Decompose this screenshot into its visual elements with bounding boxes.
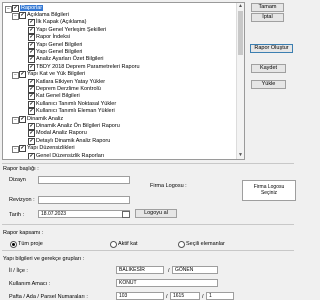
tree-item-checkbox[interactable]: ✓ (19, 71, 26, 79)
scope-active-floor-radio[interactable] (110, 241, 117, 248)
designer-input[interactable] (38, 176, 130, 184)
scope-label: Rapor kapsamı : (3, 230, 44, 236)
parsel-input[interactable]: 1 (206, 292, 234, 300)
logo-box-text-2: Seçiniz (260, 190, 278, 196)
divider (2, 224, 294, 225)
tree-item-checkbox[interactable]: ✓ (28, 152, 35, 159)
tree-item-label[interactable]: Yapı Genel Bilgileri (36, 49, 82, 55)
date-input[interactable]: 18.07.2023 (38, 210, 130, 218)
tree-item-checkbox[interactable]: ✓ (28, 100, 35, 108)
tree-item-label[interactable]: Deprem Derzlime Kontrolü (36, 86, 101, 92)
tree-item-checkbox[interactable]: ✓ (28, 26, 35, 34)
header-section-label: Rapor başlığı : (3, 166, 39, 172)
logo-box[interactable]: Firma Logosu Seçiniz (242, 180, 296, 201)
collapse-icon[interactable]: − (12, 13, 19, 20)
scope-all-label: Tüm proje (18, 241, 43, 247)
tree-item-label[interactable]: Modal Analiz Raporu (36, 130, 87, 136)
tree-item-checkbox[interactable]: ✓ (28, 56, 35, 64)
tree-item-label[interactable]: Analiz Ayarları Özet Bilgileri (36, 56, 103, 62)
designer-label: Dizayn (9, 177, 26, 183)
cancel-button[interactable]: İptal (251, 13, 284, 22)
scope-selected-label: Seçili elemanlar (186, 241, 225, 247)
province-input[interactable]: BALIKESİR (116, 266, 164, 274)
tree-item-checkbox[interactable]: ✓ (28, 78, 35, 86)
revision-label: Revizyon : (9, 197, 35, 203)
parsel-value: 1 (209, 293, 212, 299)
tree-item-checkbox[interactable]: ✓ (28, 108, 35, 116)
district-input[interactable]: GÖNEN (172, 266, 218, 274)
revision-input[interactable] (38, 196, 130, 204)
tree-item-label[interactable]: Yapı Düzensizlikleri (27, 145, 75, 151)
divider (2, 163, 294, 164)
tree-item-checkbox[interactable]: ✓ (28, 130, 35, 138)
usage-value: KONUT (119, 280, 137, 286)
scroll-down-icon[interactable]: ▼ (237, 152, 244, 159)
scroll-up-icon[interactable]: ▲ (237, 3, 244, 10)
ok-button[interactable]: Tamam (251, 3, 284, 12)
get-logo-button[interactable]: Logoyu al (135, 209, 177, 218)
collapse-icon[interactable]: − (12, 72, 19, 80)
tree-item-checkbox[interactable]: ✓ (28, 34, 35, 42)
scope-selected-radio[interactable] (178, 241, 185, 248)
load-button[interactable]: Yükle (251, 80, 286, 89)
province-label: İl / İlçe : (9, 268, 28, 274)
tree-item-label[interactable]: Dinamik Analiz (27, 116, 63, 122)
tree-item-label[interactable]: Detaylı Dinamik Analiz Raporu (36, 138, 110, 144)
ada-input[interactable]: 1615 (170, 292, 200, 300)
usage-label: Kullanım Amacı : (9, 281, 51, 287)
slash-separator: / (202, 294, 204, 300)
date-label: Tarih : (9, 212, 24, 218)
save-button[interactable]: Kaydet (251, 64, 286, 73)
tree-item-label[interactable]: Genel Düzensizlik Raporları (36, 153, 104, 159)
scope-all-radio[interactable] (10, 241, 17, 248)
slash-separator: / (168, 268, 170, 274)
tree-item-checkbox[interactable]: ✓ (19, 145, 26, 153)
pafta-input[interactable]: 103 (116, 292, 164, 300)
province-value: BALIKESİR (119, 267, 145, 273)
tree-item-checkbox[interactable]: ✓ (28, 41, 35, 49)
district-value: GÖNEN (175, 267, 194, 273)
tree-item-checkbox[interactable]: ✓ (19, 115, 26, 123)
tree-item-checkbox[interactable]: ✓ (28, 123, 35, 130)
calendar-icon[interactable] (122, 211, 130, 218)
root-checkbox[interactable]: ✓ (12, 5, 19, 12)
logo-label: Firma Logosu : (150, 183, 187, 189)
tree-root-label[interactable]: Raporlar (20, 5, 44, 11)
divider (2, 250, 294, 251)
tree-item-label[interactable]: Yapı Kat ve Yük Bilgileri (27, 71, 85, 77)
tree-item-checkbox[interactable]: ✓ (28, 86, 35, 93)
tree-item-label[interactable]: Açıklama Bilgileri (27, 12, 69, 18)
tree-item-checkbox[interactable]: ✓ (28, 93, 35, 101)
tree-item-label[interactable]: TBDY 2018 Deprem Parametreleri Raporu (36, 64, 140, 70)
tree-item-label[interactable]: Dinamik Analiz Ön Bilgileri Raporu (36, 123, 120, 129)
scope-active-floor-label: Aktif kat (118, 241, 138, 247)
slash-separator: / (166, 294, 168, 300)
collapse-icon[interactable]: − (12, 116, 19, 124)
tree-item-label[interactable]: Kat Genel Bilgileri (36, 93, 80, 99)
tree-scrollbar[interactable]: ▲ ▼ (236, 3, 244, 159)
collapse-icon[interactable]: − (12, 146, 19, 154)
tree-item-label[interactable]: Katlara Etkiyen Yatay Yükler (36, 79, 105, 85)
tree-item-checkbox[interactable]: ✓ (19, 12, 26, 19)
tree-item-label[interactable]: Kullanıcı Tanımlı Noktasal Yükler (36, 101, 116, 107)
tree-item-checkbox[interactable]: ✓ (28, 19, 35, 27)
tree-item-label[interactable]: Yapı Genel Yerleşim Şekilleri (36, 27, 106, 33)
parcel-label: Pafta / Ada / Parsel Numaraları : (9, 294, 88, 300)
tree-item-label[interactable]: Kullanıcı Tanımlı Eleman Yükleri (36, 108, 115, 114)
pafta-value: 103 (119, 293, 128, 299)
scroll-thumb[interactable] (238, 11, 243, 55)
collapse-icon[interactable]: − (5, 6, 12, 13)
report-tree[interactable]: − ✓ Raporlar − ✓ Açıklama Bilgileri ✓ İlk Ka… (2, 2, 245, 160)
create-report-button[interactable]: Rapor Oluştur (250, 44, 293, 53)
tree-item-checkbox[interactable]: ✓ (28, 49, 35, 56)
tree-item-label[interactable]: İlk Kapak (Açıklama) (36, 19, 86, 25)
ada-value: 1615 (173, 293, 185, 299)
tree-item-label[interactable]: Yapı Genel Bilgileri (36, 42, 82, 48)
date-value: 18.07.2023 (41, 211, 67, 217)
tree-item-checkbox[interactable]: ✓ (28, 63, 35, 71)
project-section-label: Yapı bilgileri ve gerekçe grupları : (3, 256, 85, 262)
tree-item-label[interactable]: Rapor İndeksi (36, 34, 70, 40)
usage-input[interactable]: KONUT (116, 279, 218, 287)
tree-item-checkbox[interactable]: ✓ (28, 137, 35, 145)
